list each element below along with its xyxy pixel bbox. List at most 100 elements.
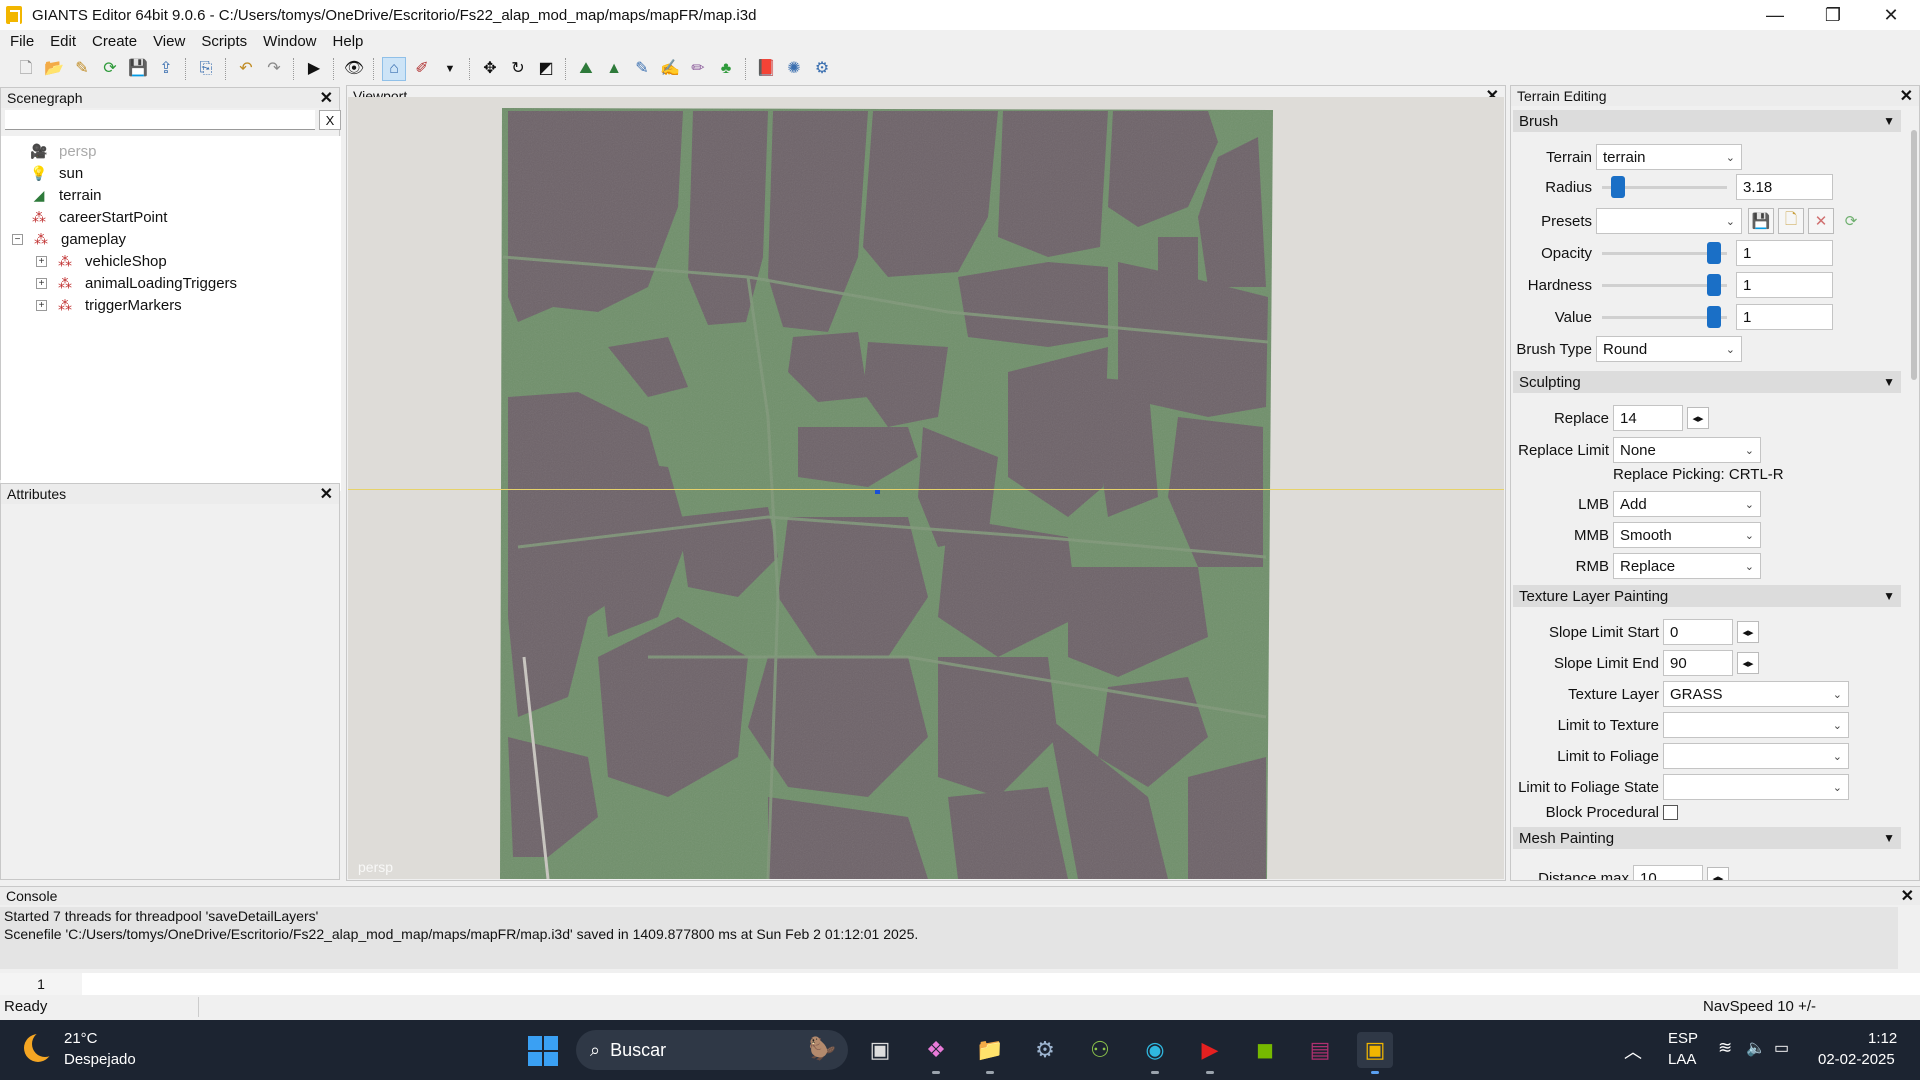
refresh-preset-icon[interactable]: ⟳ bbox=[1838, 208, 1864, 234]
clock-date[interactable]: 02-02-2025 bbox=[1818, 1051, 1895, 1080]
brush-type-select[interactable]: Round ⌄ bbox=[1596, 336, 1742, 362]
tree-item-careerstartpoint[interactable]: ⁂ careerStartPoint bbox=[29, 206, 167, 228]
terrain-map[interactable] bbox=[348, 97, 1504, 879]
new-preset-icon[interactable]: 🗋 bbox=[1778, 208, 1804, 234]
gear-globe-icon[interactable]: ⚙ bbox=[810, 57, 834, 81]
replace-limit-select[interactable]: None ⌄ bbox=[1613, 437, 1761, 463]
game-app-icon[interactable]: ⚇ bbox=[1082, 1032, 1118, 1068]
foliage-paint-icon[interactable]: ✎ bbox=[630, 57, 654, 81]
scenegraph-clear-button[interactable]: X bbox=[319, 110, 341, 130]
terrain-editing-close-icon[interactable]: ✕ bbox=[1900, 86, 1913, 106]
collapse-triangle-icon[interactable]: ▼ bbox=[1883, 114, 1895, 128]
brush-section-header[interactable]: Brush ▼ bbox=[1513, 110, 1901, 132]
menu-help[interactable]: Help bbox=[333, 33, 364, 50]
value-slider-thumb[interactable] bbox=[1707, 306, 1721, 328]
collapse-triangle-icon[interactable]: ▼ bbox=[1883, 589, 1895, 603]
limit-to-foliage-select[interactable]: ⌄ bbox=[1663, 743, 1849, 769]
new-file-icon[interactable]: 🗋 bbox=[14, 57, 38, 81]
sculpting-section-header[interactable]: Sculpting ▼ bbox=[1513, 371, 1901, 393]
tree-item-vehicleshop[interactable]: + ⁂ vehicleShop bbox=[36, 250, 167, 272]
hardness-input[interactable]: 1 bbox=[1736, 272, 1833, 298]
expand-icon[interactable]: + bbox=[36, 299, 47, 311]
tree-item-gameplay[interactable]: − ⁂ gameplay bbox=[12, 228, 126, 250]
terrain-editing-scrollbar[interactable] bbox=[1911, 130, 1917, 380]
winrar-icon[interactable]: ▤ bbox=[1302, 1032, 1338, 1068]
taskbar-search[interactable]: ⌕ Buscar 🦫 bbox=[576, 1030, 848, 1070]
maximize-button[interactable]: ❐ bbox=[1804, 0, 1862, 30]
windows-start-icon[interactable] bbox=[528, 1036, 558, 1066]
tree-item-sun[interactable]: 💡 sun bbox=[29, 162, 83, 184]
replace-input[interactable]: 14 bbox=[1613, 405, 1683, 431]
weather-temperature[interactable]: 21°C bbox=[64, 1030, 98, 1047]
copilot-icon[interactable]: ❖ bbox=[918, 1032, 954, 1074]
show-hidden-icons-chevron[interactable]: ︿ bbox=[1624, 1038, 1642, 1080]
tree-item-persp[interactable]: 🎥 persp bbox=[29, 140, 96, 162]
mesh-painting-section-header[interactable]: Mesh Painting ▼ bbox=[1513, 827, 1901, 849]
distance-max-input[interactable]: 10 bbox=[1633, 865, 1703, 880]
hardness-slider[interactable] bbox=[1602, 272, 1732, 298]
scale-tool-icon[interactable]: ◩ bbox=[534, 57, 558, 81]
battery-icon[interactable]: ▭ bbox=[1774, 1038, 1789, 1080]
slope-end-spin-icon[interactable]: ◂▸ bbox=[1737, 652, 1759, 674]
settings-gear-icon[interactable]: ⚙ bbox=[1027, 1032, 1063, 1068]
scenegraph-close-icon[interactable]: ✕ bbox=[320, 88, 333, 108]
replace-spin-icon[interactable]: ◂▸ bbox=[1687, 407, 1709, 429]
collapse-icon[interactable]: − bbox=[12, 233, 23, 245]
terrain-sculpt-icon[interactable]: ⛰ bbox=[574, 57, 598, 81]
texture-painting-section-header[interactable]: Texture Layer Painting ▼ bbox=[1513, 585, 1901, 607]
giants-editor-taskbar-icon[interactable]: ▣ bbox=[1357, 1032, 1393, 1074]
distance-max-spin-icon[interactable]: ◂▸ bbox=[1707, 867, 1729, 880]
import-icon[interactable]: ⇪ bbox=[154, 57, 178, 81]
terrain-select[interactable]: terrain ⌄ bbox=[1596, 144, 1742, 170]
radius-slider-thumb[interactable] bbox=[1611, 176, 1625, 198]
save-preset-icon[interactable]: 💾 bbox=[1748, 208, 1774, 234]
save-icon[interactable]: 💾 bbox=[126, 57, 150, 81]
slope-limit-end-input[interactable]: 90 bbox=[1663, 650, 1733, 676]
menu-view[interactable]: View bbox=[153, 33, 185, 50]
tree-item-animalloadingtriggers[interactable]: + ⁂ animalLoadingTriggers bbox=[36, 272, 237, 294]
mmb-select[interactable]: Smooth ⌄ bbox=[1613, 522, 1761, 548]
collapse-triangle-icon[interactable]: ▼ bbox=[1883, 831, 1895, 845]
youtube-icon[interactable]: ▶ bbox=[1192, 1032, 1228, 1074]
presets-select[interactable]: ⌄ bbox=[1596, 208, 1742, 234]
console-input[interactable]: 1 bbox=[0, 973, 1920, 995]
lmb-select[interactable]: Add ⌄ bbox=[1613, 491, 1761, 517]
rotate-tool-icon[interactable]: ↻ bbox=[506, 57, 530, 81]
delete-preset-icon[interactable]: ✕ bbox=[1808, 208, 1834, 234]
menu-file[interactable]: File bbox=[10, 33, 34, 50]
terrain-mode-icon[interactable]: ⌂ bbox=[382, 57, 406, 81]
tree-paint-icon[interactable]: ♣ bbox=[714, 57, 738, 81]
terrain-paint-icon[interactable]: ▲ bbox=[602, 57, 626, 81]
tree-item-triggermarkers[interactable]: + ⁂ triggerMarkers bbox=[36, 294, 182, 316]
volume-icon[interactable]: 🔈 bbox=[1746, 1038, 1766, 1080]
language-region[interactable]: LAA bbox=[1668, 1051, 1696, 1080]
edge-browser-icon[interactable]: ◉ bbox=[1137, 1032, 1173, 1074]
scenegraph-search-input[interactable] bbox=[5, 110, 315, 130]
minimize-button[interactable]: — bbox=[1746, 0, 1804, 30]
task-view-icon[interactable]: ▣ bbox=[862, 1032, 898, 1068]
moon-weather-icon[interactable] bbox=[24, 1031, 58, 1062]
expand-icon[interactable]: + bbox=[36, 255, 47, 267]
edit-file-icon[interactable]: ✎ bbox=[70, 57, 94, 81]
undo-icon[interactable]: ↶ bbox=[234, 57, 258, 81]
mesh-paint-icon[interactable]: ✏ bbox=[686, 57, 710, 81]
value-input[interactable]: 1 bbox=[1736, 304, 1833, 330]
opacity-slider-thumb[interactable] bbox=[1707, 242, 1721, 264]
globe-settings-icon[interactable]: ✺ bbox=[782, 57, 806, 81]
dropdown-arrow-icon[interactable]: ▼ bbox=[438, 57, 462, 81]
limit-to-foliage-state-select[interactable]: ⌄ bbox=[1663, 774, 1849, 800]
paint-mode-icon[interactable]: ✐ bbox=[410, 57, 434, 81]
wifi-icon[interactable]: ≋ bbox=[1718, 1038, 1732, 1080]
console-close-icon[interactable]: ✕ bbox=[1901, 886, 1914, 906]
rmb-select[interactable]: Replace ⌄ bbox=[1613, 553, 1761, 579]
close-button[interactable]: ✕ bbox=[1862, 0, 1920, 30]
book-icon[interactable]: 📕 bbox=[754, 57, 778, 81]
expand-icon[interactable]: + bbox=[36, 277, 47, 289]
open-file-icon[interactable]: 📂 bbox=[42, 57, 66, 81]
attributes-close-icon[interactable]: ✕ bbox=[320, 484, 333, 504]
redo-icon[interactable]: ↷ bbox=[262, 57, 286, 81]
viewport-canvas[interactable]: persp bbox=[348, 97, 1504, 879]
texture-paint-icon[interactable]: ✍ bbox=[658, 57, 682, 81]
texture-layer-select[interactable]: GRASS ⌄ bbox=[1663, 681, 1849, 707]
file-explorer-icon[interactable]: 📁 bbox=[972, 1032, 1008, 1074]
